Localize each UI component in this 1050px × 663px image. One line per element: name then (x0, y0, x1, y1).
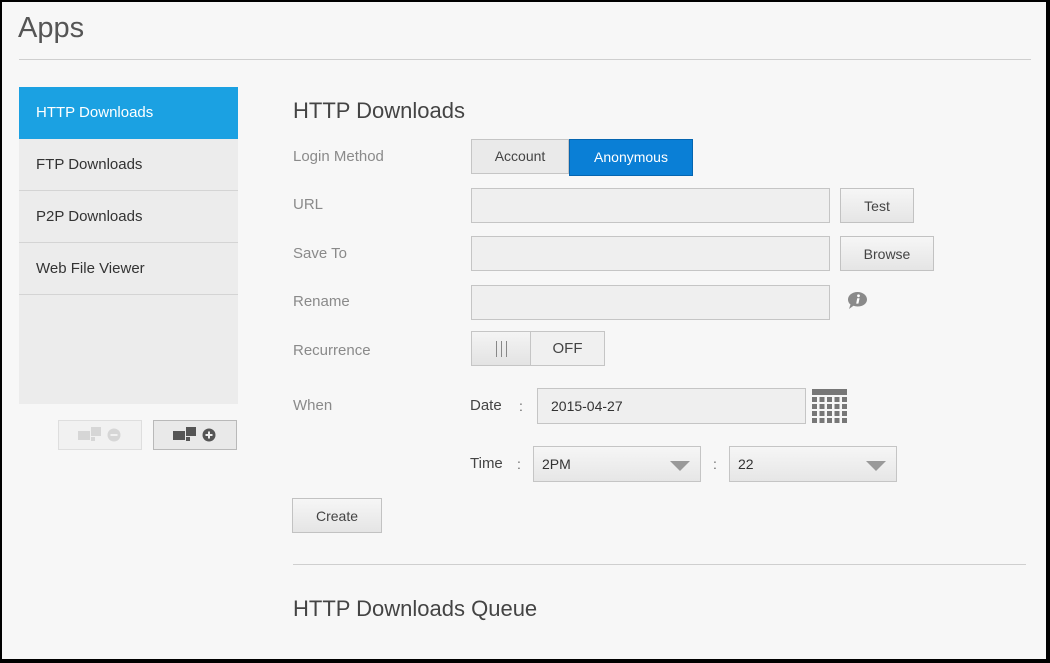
sidebar-item-p2p-downloads[interactable]: P2P Downloads (19, 191, 238, 243)
date-field[interactable]: 2015-04-27 (537, 388, 806, 424)
toggle-state: OFF (531, 332, 604, 365)
save-to-field[interactable] (471, 236, 830, 271)
sidebar-item-http-downloads[interactable]: HTTP Downloads (19, 87, 238, 139)
sidebar-item-ftp-downloads[interactable]: FTP Downloads (19, 139, 238, 191)
rename-field[interactable] (471, 285, 830, 320)
divider (19, 59, 1031, 60)
app-window: Apps HTTP Downloads FTP Downloads P2P Do… (2, 2, 1046, 659)
sidebar-item-label: P2P Downloads (36, 208, 143, 225)
create-button[interactable]: Create (292, 498, 382, 533)
time-label: Time (470, 455, 503, 472)
test-button[interactable]: Test (840, 188, 914, 223)
browse-button[interactable]: Browse (840, 236, 934, 271)
toggle-handle[interactable] (472, 332, 531, 365)
rename-label: Rename (293, 293, 350, 310)
add-app-icon (173, 427, 216, 442)
remove-app-button[interactable] (58, 420, 142, 450)
hour-minute-colon: : (713, 456, 717, 472)
calendar-icon[interactable] (812, 389, 847, 423)
hour-select[interactable]: 2PM (533, 446, 701, 482)
queue-title: HTTP Downloads Queue (293, 596, 538, 621)
date-label: Date (470, 397, 502, 414)
chevron-down-icon (866, 461, 886, 471)
section-title: HTTP Downloads (293, 98, 465, 123)
account-option-button[interactable]: Account (472, 140, 569, 173)
sidebar-item-web-file-viewer[interactable]: Web File Viewer (19, 243, 238, 295)
recurrence-label: Recurrence (293, 342, 371, 359)
time-colon: : (517, 456, 521, 472)
page-title: Apps (18, 12, 85, 44)
when-label: When (293, 397, 333, 414)
sidebar-item-label: HTTP Downloads (36, 104, 154, 121)
minute-value: 22 (738, 456, 754, 472)
sidebar: HTTP Downloads FTP Downloads P2P Downloa… (19, 87, 238, 404)
hour-value: 2PM (542, 456, 571, 472)
chevron-down-icon (670, 461, 690, 471)
recurrence-toggle[interactable]: OFF (471, 331, 605, 366)
save-to-label: Save To (293, 245, 347, 262)
date-colon: : (519, 398, 523, 414)
minute-select[interactable]: 22 (729, 446, 897, 482)
info-icon[interactable] (847, 291, 868, 310)
remove-app-icon (78, 427, 121, 442)
divider (293, 564, 1026, 565)
url-label: URL (293, 196, 324, 213)
login-method-label: Login Method (293, 148, 384, 165)
anonymous-option-button[interactable]: Anonymous (569, 139, 693, 176)
url-field[interactable] (471, 188, 830, 223)
add-app-button[interactable] (153, 420, 237, 450)
sidebar-item-label: Web File Viewer (36, 260, 145, 277)
login-method-toggle: Account Anonymous (471, 139, 693, 176)
sidebar-item-label: FTP Downloads (36, 156, 143, 173)
